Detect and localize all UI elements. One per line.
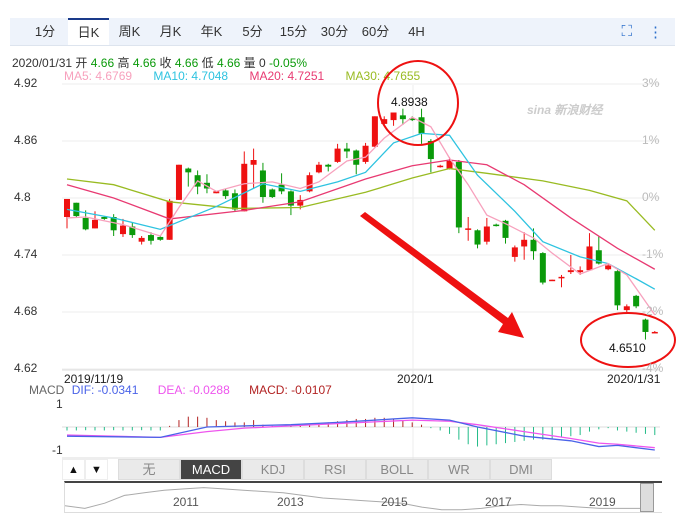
range-navigator[interactable]: 2011 2013 2015 2017 2019 [64, 481, 662, 513]
candle-up [175, 164, 182, 200]
macd-tick-neg1: -1 [52, 443, 63, 457]
candle-down [353, 150, 360, 165]
indicator-tab[interactable]: KDJ [242, 459, 304, 480]
candle-down [418, 117, 425, 134]
percent-tick: 3% [642, 76, 660, 90]
candle-down [269, 189, 276, 198]
price-tick: 4.74 [14, 247, 38, 261]
candle-up [623, 306, 630, 311]
price-tick: 4.68 [14, 304, 38, 318]
percent-tick: -2% [642, 304, 664, 318]
candle-down [539, 253, 546, 283]
candle-up [390, 112, 397, 121]
high-annotation: 4.8938 [391, 95, 428, 109]
candle-down [325, 164, 332, 167]
candle-up [250, 160, 257, 165]
macd-legend: MACD DIF: -0.0341 DEA: -0.0288 MACD: -0.… [29, 383, 348, 397]
indicator-tab[interactable]: 无 [118, 459, 180, 480]
macd-title: MACD [29, 383, 65, 397]
percent-tick: 1% [642, 133, 660, 147]
candle-down [157, 236, 164, 240]
candle-up [651, 331, 658, 334]
candle-up [549, 279, 556, 282]
candle-down [633, 295, 640, 307]
candle-down [222, 190, 229, 197]
candle-up [362, 145, 369, 162]
dea-line [66, 419, 655, 449]
date-label-end: 2020/1/31 [607, 372, 661, 386]
navigator-year: 2017 [485, 495, 512, 509]
indicator-tab[interactable]: BOLL [366, 459, 428, 480]
candle-up [334, 148, 341, 162]
candle-up [315, 164, 322, 173]
price-tick: 4.8 [14, 190, 31, 204]
price-tick: 4.86 [14, 133, 38, 147]
candle-down [493, 224, 500, 227]
candle-up [605, 265, 612, 270]
ma30-line [66, 167, 656, 231]
indicator-bar: ▲ ▼ 无 MACD KDJ RSI BOLL WR DMI [62, 459, 552, 480]
ma20-line [66, 159, 656, 270]
candle-down [399, 115, 406, 120]
kline-chart[interactable] [0, 0, 685, 521]
dif-legend: DIF: -0.0341 [71, 383, 139, 397]
down-arrow-annotation [360, 212, 524, 338]
scroll-up-button[interactable]: ▲ [62, 459, 85, 480]
navigator-year: 2013 [277, 495, 304, 509]
candle-up [558, 276, 565, 279]
navigator-line [65, 487, 640, 511]
indicator-tab[interactable]: DMI [490, 459, 552, 480]
indicator-tab[interactable]: MACD [180, 459, 242, 480]
macd-tick-1: 1 [56, 397, 63, 411]
indicator-tab[interactable]: WR [428, 459, 490, 480]
navigator-sparkline [65, 487, 640, 511]
candle-down [82, 217, 89, 230]
candle-up [511, 247, 518, 257]
candle-down [474, 230, 481, 245]
candle-down [530, 239, 537, 252]
candle-up [91, 219, 98, 229]
low-annotation: 4.6510 [609, 341, 646, 355]
macd-value-legend: MACD: -0.0107 [249, 383, 332, 397]
low-circle-annotation [580, 312, 676, 368]
navigator-year: 2019 [589, 495, 616, 509]
indicator-tab[interactable]: RSI [304, 459, 366, 480]
candle-up [138, 237, 145, 242]
navigator-year: 2011 [173, 495, 199, 509]
ma10-line [66, 132, 656, 290]
candle-up [166, 200, 173, 240]
candle-up [483, 226, 490, 242]
candle-up [465, 228, 472, 230]
candle-down [614, 271, 621, 306]
navigator-handle[interactable] [640, 483, 654, 512]
date-label-mid: 2020/1 [397, 372, 434, 386]
price-tick: 4.62 [14, 361, 38, 375]
sina-watermark: sina 新浪财经 [527, 103, 603, 117]
candle-down [343, 148, 350, 152]
candle-down [185, 168, 192, 173]
candle-up [567, 270, 574, 273]
navigator-year: 2015 [381, 495, 408, 509]
candle-down [73, 202, 80, 217]
candle-up [521, 239, 528, 247]
candle-down [642, 319, 649, 332]
candle-up [64, 198, 70, 217]
candle-up [437, 165, 444, 168]
dea-legend: DEA: -0.0288 [157, 383, 230, 397]
price-tick: 4.92 [14, 76, 38, 90]
candle-down [231, 193, 238, 210]
percent-tick: 0% [642, 190, 660, 204]
percent-tick: -1% [642, 247, 664, 261]
candle-down [147, 235, 154, 241]
candle-up [241, 163, 248, 212]
scroll-down-button[interactable]: ▼ [85, 459, 108, 480]
candle-up [119, 225, 126, 235]
candle-up [371, 116, 378, 147]
